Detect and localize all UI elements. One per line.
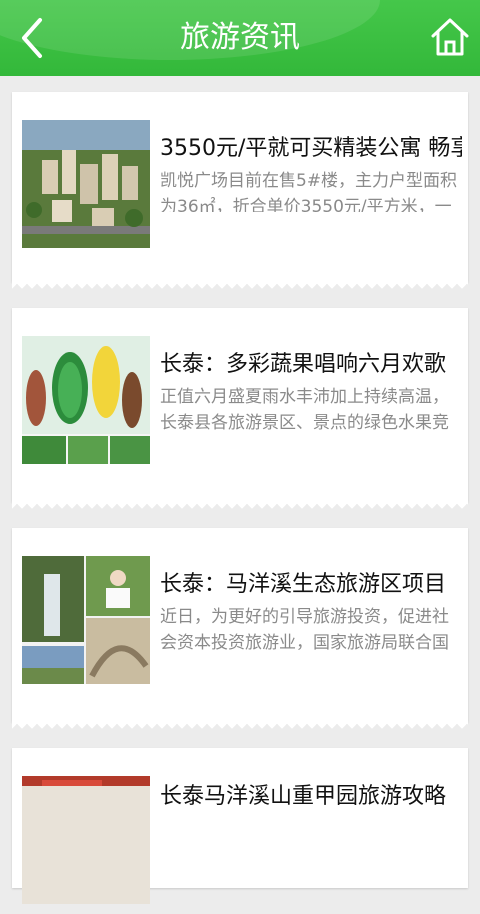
news-list: 3550元/平就可买精装公寓 畅享 凯悦广场目前在售5#楼，主力户型面积为36㎡…	[12, 92, 468, 914]
home-icon	[431, 18, 469, 56]
news-thumbnail	[22, 336, 150, 464]
news-thumbnail	[22, 556, 150, 684]
news-summary: 近日，为更好的引导旅游投资，促进社会资本投资旅游业，国家旅游局联合国	[160, 607, 449, 653]
card-edge	[12, 722, 468, 730]
card-edge	[12, 282, 468, 290]
home-button[interactable]	[430, 16, 470, 58]
news-summary: 凯悦广场目前在售5#楼，主力户型面积为36㎡，折合单价3550元/平方米，一	[160, 171, 458, 212]
news-title: 长泰马洋溪山重甲园旅游攻略	[160, 784, 447, 809]
news-thumbnail	[22, 120, 150, 248]
header-bar: 旅游资讯	[0, 0, 480, 76]
news-title: 3550元/平就可买精装公寓 畅享	[160, 136, 462, 161]
news-title: 长泰：多彩蔬果唱响六月欢歌	[160, 352, 447, 377]
card-edge	[12, 502, 468, 510]
news-thumbnail	[22, 776, 150, 904]
news-item[interactable]: 长泰：多彩蔬果唱响六月欢歌 正值六月盛夏雨水丰沛加上持续高温，长泰县各旅游景区、…	[12, 308, 468, 510]
page-title: 旅游资讯	[180, 20, 300, 55]
news-summary: 正值六月盛夏雨水丰沛加上持续高温，长泰县各旅游景区、景点的绿色水果竞	[160, 387, 449, 433]
news-summary	[160, 818, 462, 844]
news-title: 长泰：马洋溪生态旅游区项目	[160, 572, 447, 597]
news-item[interactable]: 长泰：马洋溪生态旅游区项目 近日，为更好的引导旅游投资，促进社会资本投资旅游业，…	[12, 528, 468, 730]
news-item[interactable]: 长泰马洋溪山重甲园旅游攻略	[12, 748, 468, 904]
news-item[interactable]: 3550元/平就可买精装公寓 畅享 凯悦广场目前在售5#楼，主力户型面积为36㎡…	[12, 92, 468, 290]
